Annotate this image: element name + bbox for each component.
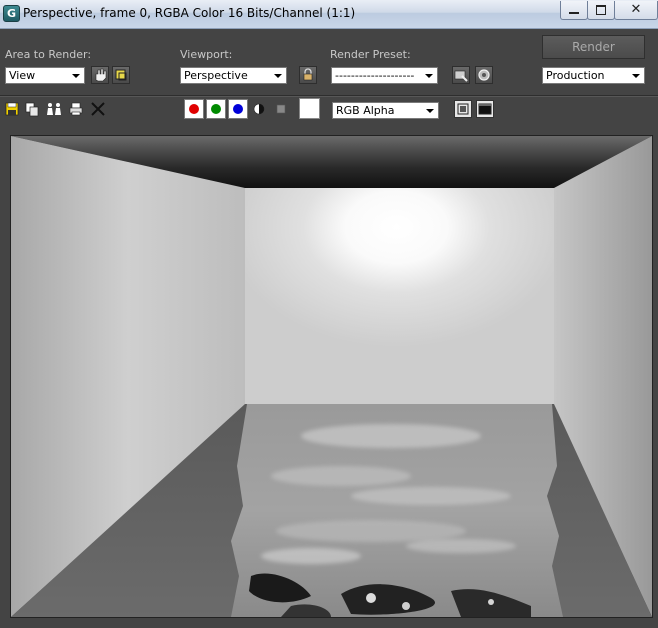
render-setup-icon: [454, 70, 468, 82]
clear-image-button[interactable]: [90, 101, 106, 117]
render-button[interactable]: Render: [542, 35, 645, 59]
viewport-dropdown[interactable]: Perspective: [180, 67, 287, 84]
clone-window-icon: [47, 103, 61, 115]
toolbar-divider-highlight: [0, 96, 658, 97]
environment-button[interactable]: [475, 66, 493, 84]
blue-channel-toggle[interactable]: [228, 99, 248, 119]
render-setup-button[interactable]: [452, 66, 470, 84]
save-image-icon: [5, 102, 19, 116]
monochrome-button[interactable]: [273, 101, 289, 117]
toggle-ui-icon: [478, 103, 492, 115]
window-bottom-border: [0, 618, 658, 628]
edit-region-button[interactable]: [91, 66, 109, 84]
green-channel-dot: [211, 104, 221, 114]
viewport-label: Viewport:: [180, 48, 233, 61]
chevron-down-icon: [632, 74, 640, 78]
title-bar[interactable]: G Perspective, frame 0, RGBA Color 16 Bi…: [0, 0, 658, 29]
render-preset-dropdown[interactable]: --------------------: [331, 67, 438, 84]
monochrome-icon: [276, 104, 286, 114]
display-alpha-button[interactable]: [251, 101, 267, 117]
toggle-ui-overlay-button[interactable]: [454, 100, 472, 118]
render-preset-value: --------------------: [335, 69, 415, 82]
clear-image-icon: [91, 102, 105, 116]
chevron-down-icon: [425, 74, 433, 78]
app-logo-icon: G: [3, 5, 20, 22]
display-alpha-icon: [253, 103, 265, 115]
minimize-button[interactable]: [560, 1, 588, 20]
rendered-room-scene: [11, 136, 652, 617]
lock-viewport-icon: [303, 68, 313, 81]
rendered-frame-window: G Perspective, frame 0, RGBA Color 16 Bi…: [0, 0, 658, 628]
chevron-down-icon: [72, 74, 80, 78]
print-image-button[interactable]: [68, 101, 84, 117]
copy-image-icon: [25, 102, 39, 117]
channel-display-dropdown[interactable]: RGB Alpha: [332, 102, 439, 119]
area-to-render-value: View: [9, 69, 36, 82]
window-title: Perspective, frame 0, RGBA Color 16 Bits…: [23, 6, 356, 20]
copy-image-button[interactable]: [24, 101, 40, 117]
minimize-icon: [569, 12, 579, 14]
environment-icon: [478, 69, 490, 81]
lock-viewport-button[interactable]: [299, 66, 317, 84]
toggle-ui-button[interactable]: [476, 100, 494, 118]
auto-region-icon: [115, 69, 127, 81]
close-button[interactable]: ✕: [614, 1, 658, 20]
ui-overlay-icon: [457, 103, 469, 115]
green-channel-toggle[interactable]: [206, 99, 226, 119]
edit-region-icon: [95, 68, 107, 82]
save-image-button[interactable]: [4, 101, 20, 117]
channel-display-value: RGB Alpha: [336, 104, 395, 117]
chevron-down-icon: [426, 109, 434, 113]
production-mode-value: Production: [546, 69, 605, 82]
viewport-value: Perspective: [184, 69, 248, 82]
maximize-icon: [596, 5, 606, 15]
red-channel-dot: [189, 104, 199, 114]
rendered-image-viewport[interactable]: [10, 135, 653, 618]
print-image-icon: [69, 102, 83, 116]
maximize-button[interactable]: [587, 1, 615, 20]
render-preset-label: Render Preset:: [330, 48, 411, 61]
area-to-render-dropdown[interactable]: View: [5, 67, 85, 84]
area-to-render-label: Area to Render:: [5, 48, 92, 61]
production-mode-dropdown[interactable]: Production: [542, 67, 645, 84]
blue-channel-dot: [233, 104, 243, 114]
chevron-down-icon: [274, 74, 282, 78]
close-icon: ✕: [630, 2, 642, 17]
color-swatch[interactable]: [299, 98, 320, 119]
red-channel-toggle[interactable]: [184, 99, 204, 119]
auto-region-button[interactable]: [112, 66, 130, 84]
clone-window-button[interactable]: [45, 101, 61, 117]
